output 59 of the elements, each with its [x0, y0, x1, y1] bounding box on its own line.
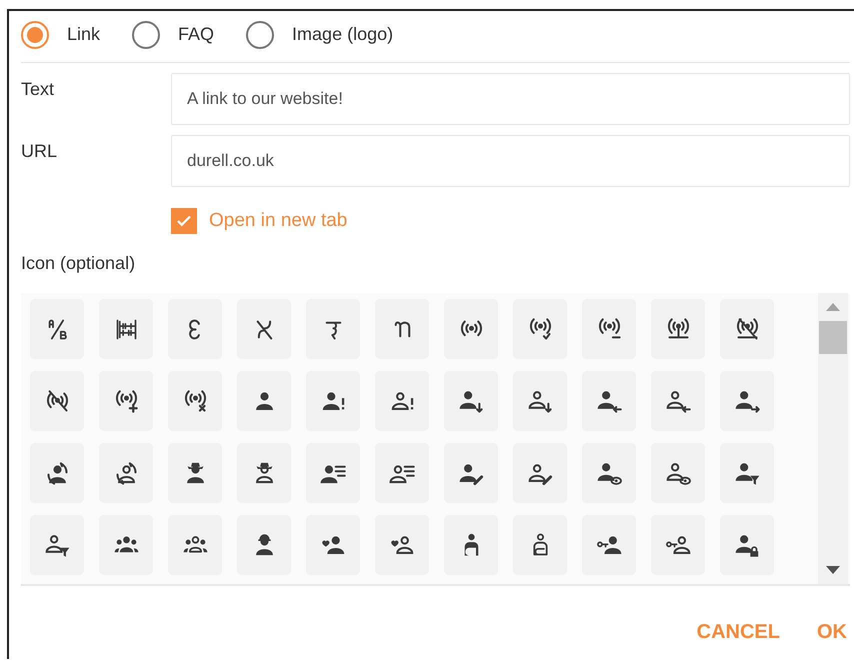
icon-tile[interactable] [444, 515, 498, 575]
icon-tile[interactable] [720, 371, 774, 431]
icon-tile[interactable] [513, 299, 567, 359]
icon-tile[interactable] [306, 299, 360, 359]
section-label: Icon (optional) [21, 253, 136, 274]
radio-circle[interactable] [246, 20, 274, 48]
field-label: URL [21, 140, 58, 163]
icon-tile[interactable] [237, 515, 291, 575]
icon-tile[interactable] [651, 515, 705, 575]
icon-tile[interactable] [720, 515, 774, 575]
icon-tile[interactable] [651, 299, 705, 359]
icon-tile[interactable] [30, 443, 84, 503]
scrollbar-thumb[interactable] [819, 321, 847, 354]
icon-tile[interactable] [99, 371, 153, 431]
icon-tile[interactable] [513, 443, 567, 503]
radio-button[interactable]: Link [21, 20, 100, 48]
icon-tile[interactable] [306, 443, 360, 503]
icon-tile[interactable] [582, 443, 636, 503]
scrollbar[interactable] [818, 293, 848, 584]
icon-tile[interactable] [513, 371, 567, 431]
icon-tile[interactable] [651, 443, 705, 503]
icon-tile[interactable] [720, 299, 774, 359]
icon-tile[interactable] [237, 299, 291, 359]
icon-tile[interactable] [375, 515, 429, 575]
icon-tile[interactable] [99, 515, 153, 575]
icon-tile[interactable] [306, 371, 360, 431]
field-label: Text [21, 78, 56, 101]
icon-tile[interactable] [168, 515, 222, 575]
icon-tile[interactable] [582, 371, 636, 431]
icon-tile[interactable] [582, 299, 636, 359]
icon-tile[interactable] [375, 299, 429, 359]
icon-tile[interactable] [306, 515, 360, 575]
icon-tile[interactable] [99, 299, 153, 359]
icon-tile[interactable] [651, 371, 705, 431]
icon-tile[interactable] [30, 515, 84, 575]
checkbox-box[interactable] [171, 208, 197, 234]
icon-tile[interactable] [30, 299, 84, 359]
icon-tile[interactable] [444, 443, 498, 503]
icon-tile[interactable] [375, 443, 429, 503]
icon-tile[interactable] [168, 371, 222, 431]
input-field[interactable]: durell.co.uk [171, 135, 850, 187]
icon-tile[interactable] [99, 443, 153, 503]
radio-button[interactable]: FAQ [132, 20, 214, 48]
radio-button[interactable]: Image (logo) [246, 20, 394, 48]
icon-tile[interactable] [237, 443, 291, 503]
icon-tile[interactable] [30, 371, 84, 431]
icon-tile[interactable] [444, 371, 498, 431]
icon-tile[interactable] [513, 515, 567, 575]
icon-tile[interactable] [237, 371, 291, 431]
scroll-down-icon[interactable] [826, 566, 840, 574]
icon-tile[interactable] [582, 515, 636, 575]
icon-tile[interactable] [168, 443, 222, 503]
icon-tile[interactable] [444, 299, 498, 359]
input-field[interactable]: A link to our website! [171, 73, 850, 125]
icon-tile[interactable] [168, 299, 222, 359]
icon-tile[interactable] [720, 443, 774, 503]
icon-tile[interactable] [375, 371, 429, 431]
radio-circle[interactable] [132, 20, 160, 48]
radio-circle[interactable] [21, 20, 49, 48]
